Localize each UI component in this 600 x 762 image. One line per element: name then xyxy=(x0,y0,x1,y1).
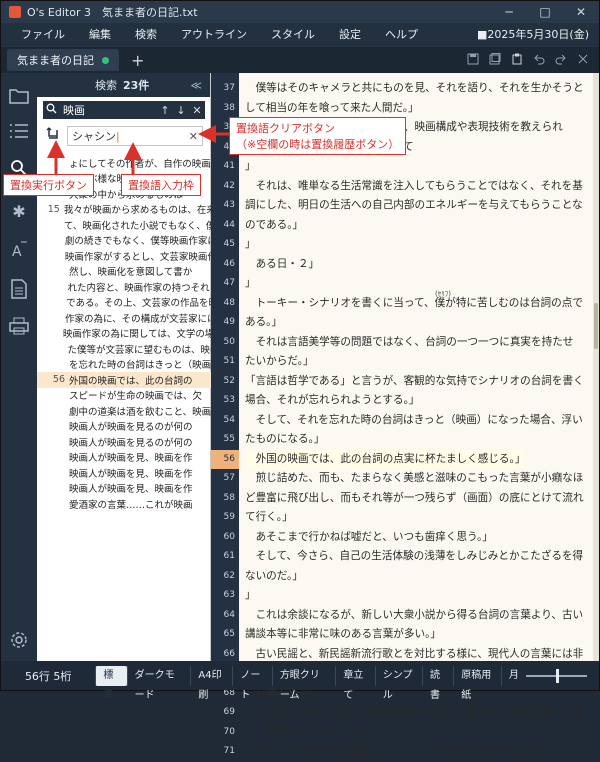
line-text: り、思想がこもっている。」 xyxy=(245,725,377,738)
line-text: スピードが生命の映画では、欠くことの出来ない捨台詞は別として出 xyxy=(245,745,584,757)
editor-line[interactable]: 71 スピードが生命の映画では、欠くことの出来ない捨台詞は別として出 xyxy=(211,742,599,762)
line-number: 69 xyxy=(223,707,235,717)
editor-line[interactable]: 70 り、思想がこもっている。」 xyxy=(211,723,599,743)
annotation-arrows xyxy=(47,125,229,174)
line-number: 71 xyxy=(223,746,235,756)
app-window: O's Editor 3 気まま者の日記.txt ─ □ ✕ ファイル 編集 検… xyxy=(0,0,600,757)
line-text: それだけに短い言葉にも真実がある。短い言葉にも社会が反映してお xyxy=(245,706,584,718)
editor-line[interactable]: 69 それだけに短い言葉にも真実がある。短い言葉にも社会が反映してお xyxy=(211,703,599,723)
line-number: 70 xyxy=(223,726,235,737)
